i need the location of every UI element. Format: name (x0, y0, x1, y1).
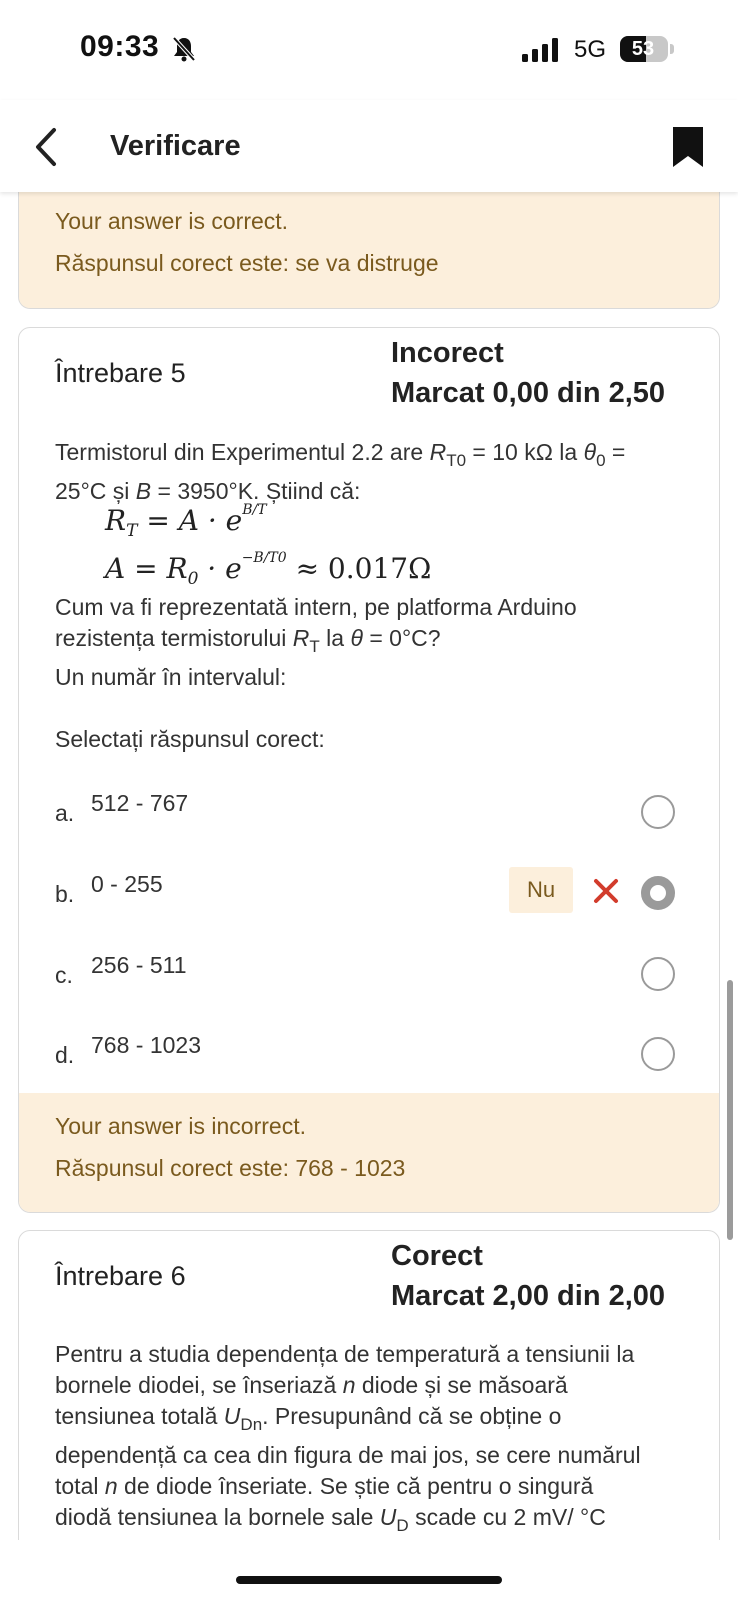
option-label: 0 - 255 (91, 871, 163, 897)
back-chevron-icon[interactable] (30, 124, 70, 170)
review-content[interactable]: Your answer is correct. Răspunsul corect… (0, 192, 738, 1540)
option-radio[interactable] (641, 957, 675, 991)
option-letter: c. (55, 962, 73, 988)
question-state: Incorect (391, 337, 504, 369)
answer-prompt: Selectați răspunsul corect: (55, 726, 325, 752)
question-4-card: Your answer is correct. Răspunsul corect… (18, 192, 720, 309)
app-bar: Verificare (0, 100, 738, 192)
question-6-card: Întrebare 6 Corect Marcat 2,00 din 2,00 … (18, 1230, 720, 1540)
wrong-cross-icon (594, 879, 618, 903)
option-c[interactable]: c. 256 - 511 (19, 948, 719, 998)
battery-level: 53 (631, 38, 655, 60)
feedback-result: Your answer is correct. (55, 208, 289, 234)
option-a[interactable]: a. 512 - 767 (19, 786, 719, 836)
option-d[interactable]: d. 768 - 1023 (19, 1028, 719, 1078)
question-title: Întrebare 6 (55, 1261, 186, 1291)
feedback-correct-answer: Răspunsul corect este: 768 - 1023 (55, 1155, 406, 1181)
feedback-result: Your answer is incorrect. (55, 1113, 306, 1139)
network-label: 5G (574, 36, 607, 63)
battery-icon: 53 (620, 36, 674, 62)
question-text-continued: Cum va fi reprezentată intern, pe platfo… (55, 594, 577, 690)
option-letter: d. (55, 1042, 75, 1068)
question-title: Întrebare 5 (55, 358, 186, 388)
signal-icon (522, 38, 558, 62)
formula-a: A = R0 · e−B/T0 ≈ 0.017Ω (105, 550, 432, 589)
option-b[interactable]: b. 0 - 255 Nu (19, 867, 719, 917)
incorrect-badge: Nu (509, 867, 573, 913)
question-text: Termistorul din Experimentul 2.2 are RT0… (55, 439, 626, 504)
option-radio[interactable] (641, 1037, 675, 1071)
option-radio[interactable] (641, 795, 675, 829)
option-label: 512 - 767 (91, 790, 189, 816)
question-text: Pentru a studia dependența de temperatur… (55, 1341, 641, 1535)
option-letter: b. (55, 881, 75, 907)
feedback-correct-answer: Răspunsul corect este: se va distruge (55, 250, 439, 276)
scrollbar[interactable] (727, 980, 733, 1240)
question-grade: Marcat 0,00 din 2,50 (391, 377, 666, 409)
status-bar: 09:33 5G 53 (0, 0, 738, 100)
status-time: 09:33 (80, 30, 160, 63)
page-title: Verificare (110, 130, 241, 162)
option-letter: a. (55, 800, 75, 826)
option-radio-selected[interactable] (641, 876, 675, 910)
home-indicator[interactable] (236, 1576, 502, 1584)
bell-slash-icon (172, 36, 196, 62)
feedback-box: Your answer is correct. Răspunsul corect… (19, 192, 719, 308)
question-state: Corect (391, 1240, 483, 1272)
question-grade: Marcat 2,00 din 2,00 (391, 1280, 666, 1312)
question-5-card: Întrebare 5 Incorect Marcat 0,00 din 2,5… (18, 327, 720, 1213)
option-label: 256 - 511 (91, 952, 187, 978)
formula-rt: RT = A · eB/T (105, 502, 267, 541)
option-label: 768 - 1023 (91, 1032, 201, 1058)
bookmark-icon[interactable] (672, 126, 704, 168)
feedback-box: Your answer is incorrect. Răspunsul core… (19, 1093, 719, 1212)
